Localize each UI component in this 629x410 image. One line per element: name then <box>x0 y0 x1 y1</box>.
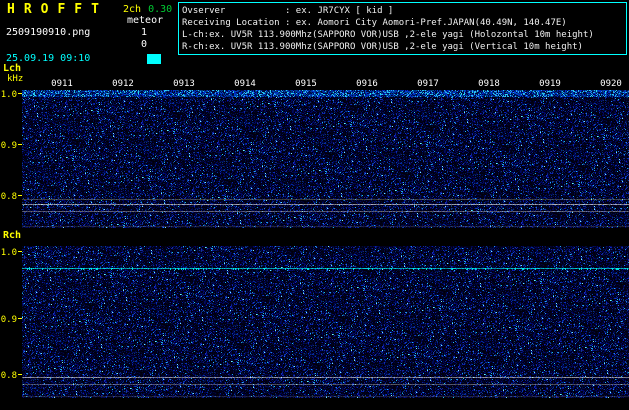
channel-mode: 2ch <box>123 4 142 15</box>
time-label-0920: 0920 <box>600 79 622 89</box>
tick-label: 0.9 <box>0 315 17 325</box>
rch-spectrogram <box>22 246 629 398</box>
lch-spectrogram <box>22 90 629 228</box>
khz-unit-label: kHz <box>7 74 24 84</box>
station-info-box: Ovserver : ex. JR7CYX [ kid ] Receiving … <box>178 2 627 55</box>
meteor-count-label: meteor <box>127 15 164 26</box>
time-label-0913: 0913 <box>173 79 195 89</box>
output-filename: 2509190910.png <box>6 27 91 38</box>
lch-freq-tick-0_9: 0.9 <box>0 141 22 151</box>
rch-freq-tick-0_9: 0.9 <box>0 315 22 325</box>
time-label-0917: 0917 <box>417 79 439 89</box>
receiving-location-info: Receiving Location : ex. Aomori City Aom… <box>182 18 567 28</box>
time-label-0919: 0919 <box>539 79 561 89</box>
rch-axis-label: Rch <box>3 230 22 241</box>
lch-freq-tick-0_8: 0.8 <box>0 192 22 202</box>
tick-label: 0.8 <box>0 371 17 381</box>
time-label-0911: 0911 <box>51 79 73 89</box>
lch-axis-label: Lch <box>3 63 22 74</box>
tick-label: 1.0 <box>0 90 17 100</box>
hrofft-screen: HROFFT 2ch 0.30 meteor 2509190910.png 1 0… <box>0 0 629 410</box>
channel-mode-line: 2ch 0.30 <box>123 4 172 15</box>
tick-label: 0.9 <box>0 141 17 151</box>
meteor-count-rch: 0 <box>140 39 147 50</box>
meteor-count-lch: 1 <box>140 27 147 38</box>
lch-freq-tick-1_0: 1.0 <box>0 90 22 100</box>
observer-info: Ovserver : ex. JR7CYX [ kid ] <box>182 6 394 16</box>
app-title: HROFFT <box>7 2 108 17</box>
lch-receiver-info: L-ch:ex. UV5R 113.900Mhz(SAPPORO VOR)USB… <box>182 30 594 40</box>
rch-receiver-info: R-ch:ex. UV5R 113.900Mhz(SAPPORO VOR)USB… <box>182 42 583 52</box>
tick-label: 1.0 <box>0 248 17 258</box>
rch-freq-tick-0_8: 0.8 <box>0 371 22 381</box>
version-number: 0.30 <box>148 4 173 15</box>
time-label-0914: 0914 <box>234 79 256 89</box>
activity-indicator <box>147 54 161 64</box>
time-label-0918: 0918 <box>478 79 500 89</box>
rch-freq-tick-1_0: 1.0 <box>0 248 22 258</box>
tick-label: 0.8 <box>0 192 17 202</box>
time-label-0916: 0916 <box>356 79 378 89</box>
time-label-0912: 0912 <box>112 79 134 89</box>
time-label-0915: 0915 <box>295 79 317 89</box>
